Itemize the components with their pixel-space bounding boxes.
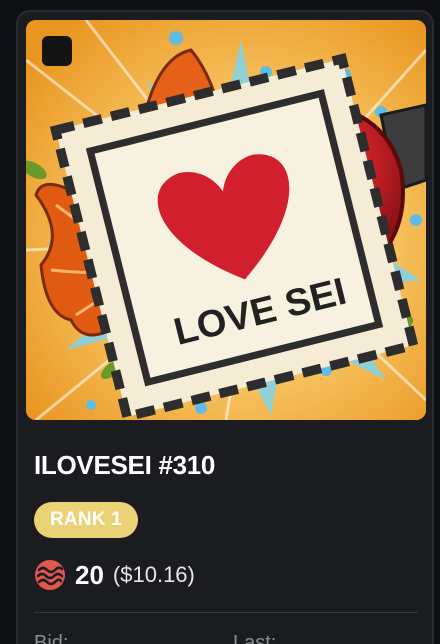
select-checkbox[interactable] (42, 36, 72, 66)
last-sale-label: Last: (233, 632, 277, 644)
price-row: 20 ($10.16) (34, 557, 195, 593)
sei-icon (35, 560, 65, 590)
divider (34, 612, 418, 613)
nft-card[interactable]: LOVE SEI ILOVESEI #310 RANK 1 20 ($10.16… (16, 10, 434, 644)
page: LOVE SEI ILOVESEI #310 RANK 1 20 ($10.16… (0, 0, 440, 644)
price-value: 20 (75, 559, 104, 590)
rank-badge: RANK 1 (34, 502, 138, 538)
nft-title[interactable]: ILOVESEI #310 (34, 450, 215, 481)
price-usd: ($10.16) (112, 562, 195, 587)
bid-label: Bid: (34, 632, 69, 644)
nft-image[interactable]: LOVE SEI (26, 20, 426, 420)
love-sei-stamp: LOVE SEI (49, 53, 420, 420)
